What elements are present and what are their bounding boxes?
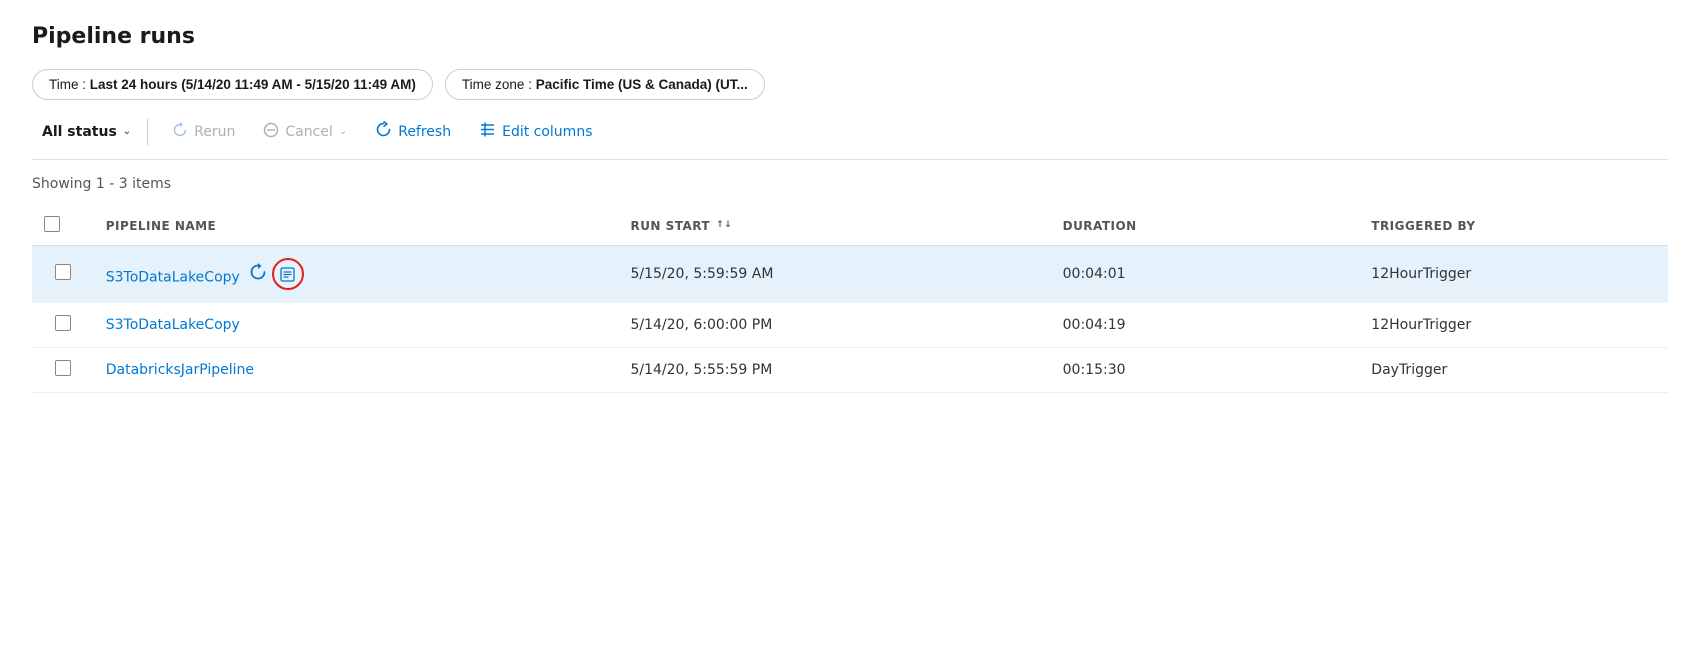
row-duration: 00:15:30 xyxy=(1051,348,1360,393)
timezone-filter-value: Pacific Time (US & Canada) (UT... xyxy=(536,77,748,92)
row-checkbox[interactable] xyxy=(55,360,71,376)
refresh-button[interactable]: Refresh xyxy=(363,116,463,147)
refresh-label: Refresh xyxy=(398,124,451,140)
timezone-filter-label: Time zone : xyxy=(462,77,536,92)
header-triggered-by: Triggered By xyxy=(1359,206,1668,246)
status-label: All status xyxy=(42,124,117,140)
header-run-start[interactable]: Run Start ↑↓ xyxy=(618,206,1050,246)
row-triggered-by: 12HourTrigger xyxy=(1359,303,1668,348)
row-pipeline-name: S3ToDataLakeCopy xyxy=(94,246,619,303)
filter-bar: Time : Last 24 hours (5/14/20 11:49 AM -… xyxy=(32,69,1668,100)
row-triggered-by: DayTrigger xyxy=(1359,348,1668,393)
row-run-start: 5/14/20, 6:00:00 PM xyxy=(618,303,1050,348)
row-run-start: 5/14/20, 5:55:59 PM xyxy=(618,348,1050,393)
row-triggered-by: 12HourTrigger xyxy=(1359,246,1668,303)
sort-icon: ↑↓ xyxy=(716,221,732,230)
edit-columns-icon xyxy=(479,121,496,142)
page-title: Pipeline runs xyxy=(32,24,1668,49)
showing-count: Showing 1 - 3 items xyxy=(32,176,1668,192)
time-filter-label: Time : xyxy=(49,77,90,92)
row-checkbox-cell xyxy=(32,348,94,393)
toolbar: All status ⌄ Rerun Cancel xyxy=(32,116,1668,160)
pipeline-actions xyxy=(248,258,304,290)
rerun-button[interactable]: Rerun xyxy=(160,117,247,147)
pipeline-runs-table: Pipeline Name Run Start ↑↓ Duration Trig… xyxy=(32,206,1668,393)
time-filter-value: Last 24 hours (5/14/20 11:49 AM - 5/15/2… xyxy=(90,77,416,92)
refresh-icon xyxy=(375,121,392,142)
row-checkbox-cell xyxy=(32,303,94,348)
cancel-chevron-icon: ⌄ xyxy=(339,126,347,137)
table-row[interactable]: S3ToDataLakeCopy 5/14/20, 6:00:00 PM00:04… xyxy=(32,303,1668,348)
table-header-row: Pipeline Name Run Start ↑↓ Duration Trig… xyxy=(32,206,1668,246)
chevron-down-icon: ⌄ xyxy=(123,126,131,137)
row-checkbox[interactable] xyxy=(55,264,71,280)
cancel-button[interactable]: Cancel ⌄ xyxy=(251,117,359,147)
timezone-filter-pill[interactable]: Time zone : Pacific Time (US & Canada) (… xyxy=(445,69,765,100)
activity-runs-wrapper xyxy=(272,258,304,290)
table-row[interactable]: DatabricksJarPipeline 5/14/20, 5:55:59 PM… xyxy=(32,348,1668,393)
row-duration: 00:04:01 xyxy=(1051,246,1360,303)
row-pipeline-name: DatabricksJarPipeline xyxy=(94,348,619,393)
row-pipeline-name: S3ToDataLakeCopy xyxy=(94,303,619,348)
row-checkbox[interactable] xyxy=(55,315,71,331)
cancel-icon xyxy=(263,122,279,142)
pipeline-name-link[interactable]: S3ToDataLakeCopy xyxy=(106,270,240,286)
page-container: Pipeline runs Time : Last 24 hours (5/14… xyxy=(0,0,1700,663)
row-checkbox-cell xyxy=(32,246,94,303)
edit-columns-button[interactable]: Edit columns xyxy=(467,116,604,147)
pipeline-name-link[interactable]: S3ToDataLakeCopy xyxy=(106,317,240,333)
row-duration: 00:04:19 xyxy=(1051,303,1360,348)
rerun-label: Rerun xyxy=(194,124,235,140)
activity-runs-button[interactable] xyxy=(272,258,304,290)
row-run-start: 5/15/20, 5:59:59 AM xyxy=(618,246,1050,303)
pipeline-name-link[interactable]: DatabricksJarPipeline xyxy=(106,362,254,378)
cancel-label: Cancel xyxy=(285,124,332,140)
status-dropdown[interactable]: All status ⌄ xyxy=(32,119,148,145)
header-duration: Duration xyxy=(1051,206,1360,246)
header-checkbox[interactable] xyxy=(44,216,60,232)
header-pipeline-name: Pipeline Name xyxy=(94,206,619,246)
edit-columns-label: Edit columns xyxy=(502,124,592,140)
time-filter-pill[interactable]: Time : Last 24 hours (5/14/20 11:49 AM -… xyxy=(32,69,433,100)
rerun-icon xyxy=(172,122,188,142)
header-checkbox-cell xyxy=(32,206,94,246)
table-row[interactable]: S3ToDataLakeCopy 5/15/20, 5:59:59 AM00:0… xyxy=(32,246,1668,303)
row-rerun-icon[interactable] xyxy=(248,262,268,287)
